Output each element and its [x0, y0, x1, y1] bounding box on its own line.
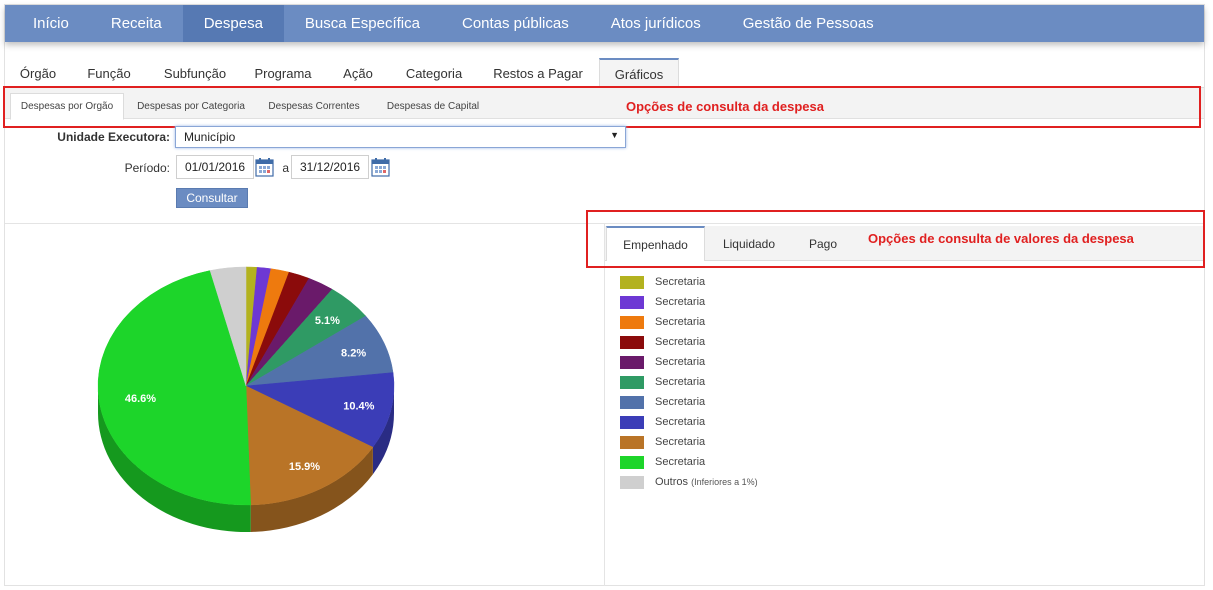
legend-label: Secretaria	[655, 336, 706, 348]
legend-label: Secretaria	[655, 376, 706, 388]
pie-chart: 5.1% 8.2% 10.4% 15.9% 46.6%	[97, 266, 395, 532]
pie-slice-label: 8.2%	[341, 347, 366, 359]
annotation-consulta-valores: Opções de consulta de valores da despesa	[868, 231, 1134, 246]
consultar-button[interactable]: Consultar	[176, 188, 248, 208]
periodo-label: Período:	[124, 161, 170, 175]
legend-swatch	[620, 276, 644, 289]
annotation-box-consulta-despesa	[3, 86, 1201, 128]
chevron-down-icon: ▼	[610, 130, 619, 140]
legend-item: Outros (Inferiores a 1%)	[620, 476, 920, 490]
legend-label-outros: Outros	[655, 476, 689, 488]
despesa-tabs: Órgão Função Subfunção Programa Ação Cat…	[5, 58, 1204, 89]
unidade-executora-select[interactable]: Município ▼	[175, 126, 626, 148]
pie-slice-label: 5.1%	[315, 315, 340, 327]
legend-swatch	[620, 296, 644, 309]
legend-note: (Inferiores a 1%)	[691, 477, 758, 487]
date-from-input[interactable]: 01/01/2016	[176, 155, 254, 179]
main-navbar: Início Receita Despesa Busca Específica …	[5, 5, 1204, 42]
tab-subfuncao[interactable]: Subfunção	[155, 58, 235, 89]
nav-receita[interactable]: Receita	[90, 5, 183, 42]
annotation-consulta-despesa: Opções de consulta da despesa	[626, 99, 824, 114]
pie-slice-label: 10.4%	[343, 401, 374, 413]
legend-item: Secretaria	[620, 376, 920, 390]
nav-atos-juridicos[interactable]: Atos jurídicos	[590, 5, 722, 42]
calendar-icon[interactable]	[255, 157, 274, 177]
legend-label: Secretaria	[655, 396, 706, 408]
tab-programa[interactable]: Programa	[248, 58, 318, 89]
unidade-executora-label: Unidade Executora:	[57, 130, 170, 144]
legend-item: Secretaria	[620, 436, 920, 450]
nav-gestao-pessoas[interactable]: Gestão de Pessoas	[722, 5, 895, 42]
legend-item: Secretaria	[620, 456, 920, 470]
tab-categoria[interactable]: Categoria	[397, 58, 471, 89]
pie-slice-label: 46.6%	[125, 393, 156, 405]
legend-swatch	[620, 436, 644, 449]
legend-swatch	[620, 376, 644, 389]
legend-swatch	[620, 416, 644, 429]
legend-swatch	[620, 456, 644, 469]
nav-despesa[interactable]: Despesa	[182, 5, 284, 42]
legend-label: Secretaria	[655, 456, 706, 468]
legend-label: Secretaria	[655, 436, 706, 448]
nav-busca-especifica[interactable]: Busca Específica	[284, 5, 441, 42]
pie-slice-label: 15.9%	[289, 461, 320, 473]
date-separator: a	[282, 161, 289, 175]
legend-label: Secretaria	[655, 356, 706, 368]
unidade-executora-value: Município	[184, 130, 236, 144]
tab-graficos[interactable]: Gráficos	[599, 58, 679, 89]
legend-swatch	[620, 396, 644, 409]
calendar-icon[interactable]	[371, 157, 390, 177]
legend-item: Secretaria	[620, 336, 920, 350]
legend-item: Secretaria	[620, 416, 920, 430]
nav-contas-publicas[interactable]: Contas públicas	[441, 5, 590, 42]
legend-label: Secretaria	[655, 316, 706, 328]
tab-restos-a-pagar[interactable]: Restos a Pagar	[488, 58, 588, 89]
legend-item: Secretaria	[620, 396, 920, 410]
legend-swatch	[620, 356, 644, 369]
legend-swatch	[620, 336, 644, 349]
legend-label: Outros (Inferiores a 1%)	[655, 476, 758, 488]
legend-label: Secretaria	[655, 276, 706, 288]
legend-item: Secretaria	[620, 356, 920, 370]
page: Início Receita Despesa Busca Específica …	[0, 0, 1213, 590]
legend-swatch	[620, 316, 644, 329]
nav-inicio[interactable]: Início	[5, 5, 90, 42]
tab-acao[interactable]: Ação	[337, 58, 379, 89]
legend-item: Secretaria	[620, 276, 920, 290]
legend-swatch	[620, 476, 644, 489]
tab-funcao[interactable]: Função	[81, 58, 137, 89]
legend-label: Secretaria	[655, 296, 706, 308]
panel-divider	[604, 224, 605, 586]
legend-item: Secretaria	[620, 296, 920, 310]
pie-chart-slices	[97, 266, 395, 506]
tab-orgao[interactable]: Órgão	[13, 58, 63, 89]
legend-item: Secretaria	[620, 316, 920, 330]
legend-label: Secretaria	[655, 416, 706, 428]
date-to-input[interactable]: 31/12/2016	[291, 155, 369, 179]
